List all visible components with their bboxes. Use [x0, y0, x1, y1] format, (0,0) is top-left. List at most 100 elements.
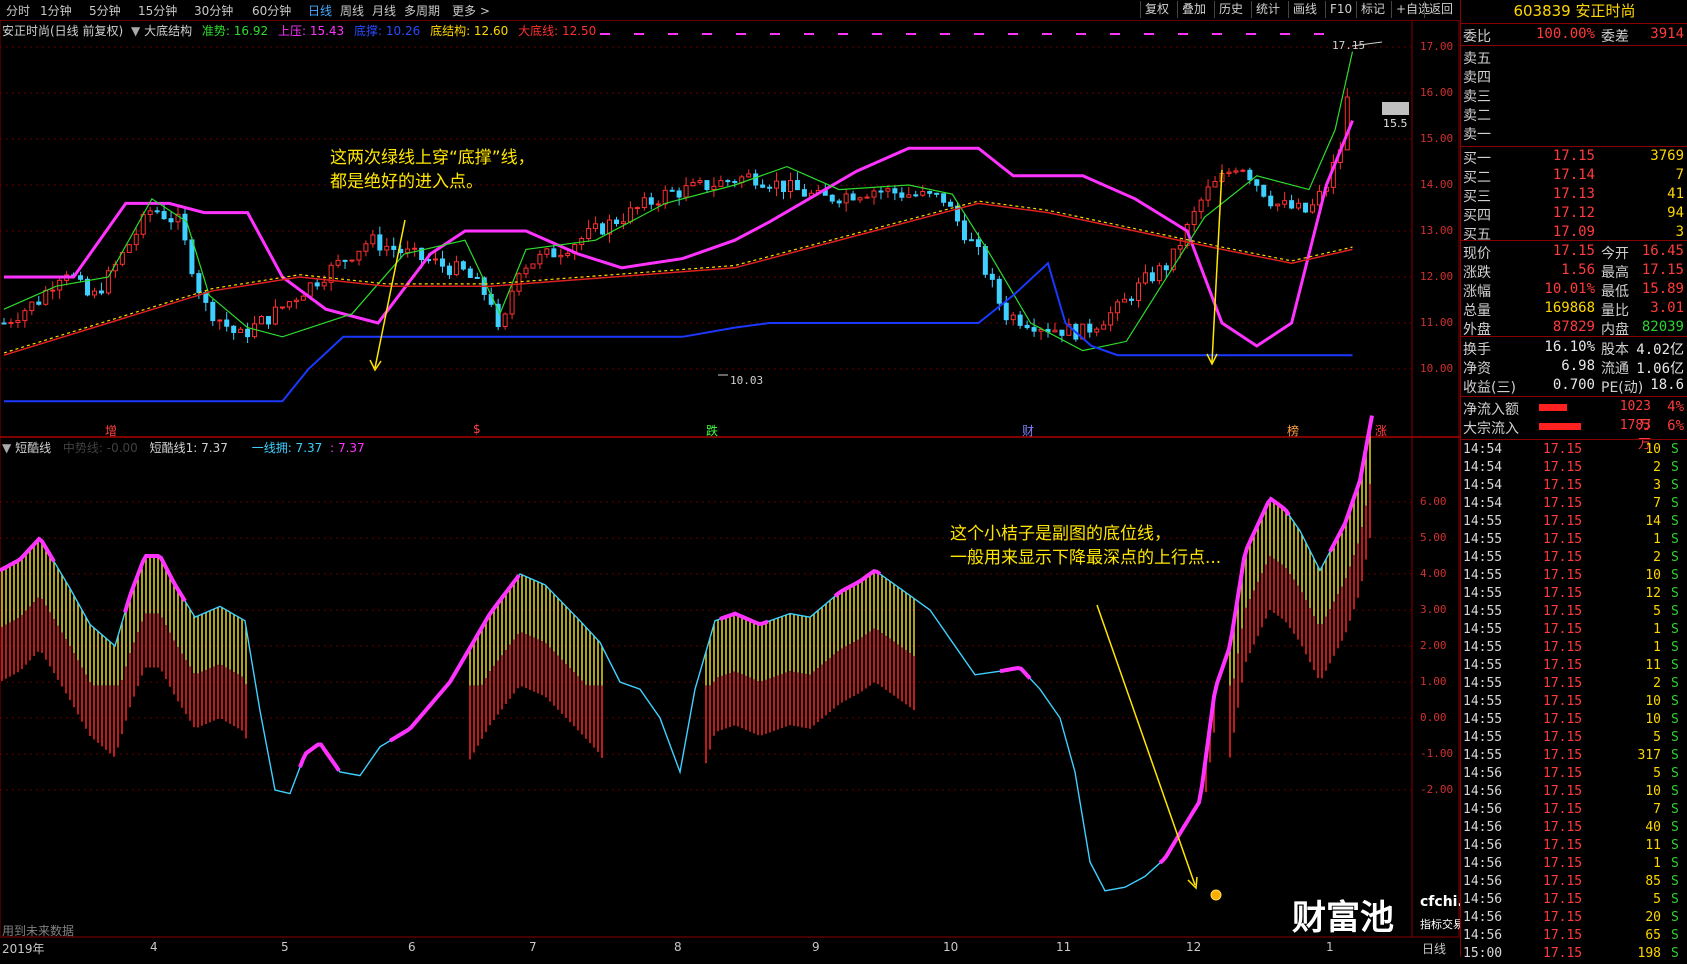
- tick-price: 17.15: [1543, 910, 1583, 925]
- legend-duankuxian1: 短酷线1: 7.37: [149, 441, 228, 455]
- weibi-value: 100.00%: [1535, 26, 1595, 42]
- period-daily[interactable]: 日线: [308, 2, 332, 19]
- signal-dots: [804, 33, 814, 35]
- stat-label: 今开: [1601, 246, 1629, 262]
- candle-body: [1024, 324, 1030, 329]
- candle-body: [648, 197, 654, 205]
- period-1min[interactable]: 1分钟: [40, 2, 72, 19]
- x-label-period[interactable]: 日线: [1422, 940, 1446, 957]
- candle-body: [50, 289, 56, 292]
- sub-chart-title[interactable]: 短酷线: [15, 441, 51, 455]
- candle-body: [453, 261, 459, 276]
- ask-row[interactable]: 卖五: [1461, 48, 1687, 67]
- candle-body: [1268, 195, 1274, 207]
- high-price-label: 17.15: [1332, 39, 1366, 52]
- stat-value: 16.45: [1641, 243, 1684, 259]
- tick-volume: 10: [1645, 694, 1661, 709]
- marker-bang[interactable]: 榜: [1285, 422, 1301, 439]
- overlay-button[interactable]: 叠加: [1177, 1, 1210, 18]
- tick-volume: 198: [1637, 946, 1661, 961]
- tick-price: 17.15: [1543, 532, 1583, 547]
- y-tick-main: 14.00: [1420, 178, 1454, 191]
- candle-body: [1129, 298, 1135, 301]
- period-fenshi[interactable]: 分时: [6, 2, 30, 19]
- draw-button[interactable]: 画线: [1288, 1, 1321, 18]
- ask-row[interactable]: 卖一: [1461, 124, 1687, 143]
- bottom-annotation: 这个小桔子是副图的底位线， 一般用来显示下降最深点的上行点...: [950, 522, 1221, 570]
- ask-row[interactable]: 卖四: [1461, 67, 1687, 86]
- osc-magenta-segment: [388, 574, 521, 743]
- marker-die[interactable]: 跌: [704, 422, 720, 439]
- mark-button[interactable]: 标记: [1356, 1, 1389, 18]
- stats-row: 涨幅 10.01% 最低 15.89: [1461, 281, 1687, 300]
- candle-body: [210, 301, 216, 322]
- signal-dots: [600, 33, 610, 35]
- tick-volume: 85: [1645, 874, 1661, 889]
- candle-body: [1282, 200, 1288, 205]
- stats-button[interactable]: 统计: [1251, 1, 1284, 18]
- period-60min[interactable]: 60分钟: [252, 2, 291, 19]
- period-monthly[interactable]: 月线: [372, 2, 396, 19]
- y-tick-sub: 1.00: [1420, 675, 1447, 688]
- candle-body: [314, 282, 320, 287]
- stat-label: 股本: [1601, 342, 1629, 358]
- f10-button[interactable]: F10: [1325, 1, 1356, 18]
- legend-yixianyong: 一线拥: 7.37: [251, 441, 323, 455]
- candle-body: [1177, 244, 1183, 250]
- x-label-2019: 2019年: [2, 942, 45, 956]
- candle-body: [982, 245, 988, 275]
- marker-zeng[interactable]: 增: [103, 422, 119, 439]
- candle-body: [899, 192, 905, 198]
- bid-row[interactable]: 买一 17.15 3769: [1461, 148, 1687, 167]
- period-more[interactable]: 更多 >: [452, 2, 490, 19]
- tick-side: S: [1671, 478, 1679, 493]
- candle-body: [293, 299, 299, 303]
- tick-row: 14:55 17.15 5 S: [1461, 730, 1687, 748]
- tick-side: S: [1671, 712, 1679, 727]
- candle-body: [565, 252, 571, 256]
- candle-body: [1142, 272, 1148, 284]
- back-button[interactable]: 返回: [1424, 1, 1457, 18]
- candle-body: [1, 322, 7, 325]
- history-button[interactable]: 历史: [1214, 1, 1247, 18]
- candle-body: [676, 190, 682, 198]
- tick-row: 14:56 17.15 5 S: [1461, 766, 1687, 784]
- tick-time: 14:55: [1463, 586, 1503, 601]
- tick-row: 14:55 17.15 2 S: [1461, 550, 1687, 568]
- stat-value: 17.15: [1552, 243, 1595, 259]
- candle-body: [1094, 328, 1100, 333]
- period-multi[interactable]: 多周期: [404, 2, 440, 19]
- candle-body: [530, 263, 536, 269]
- ask-row[interactable]: 卖二: [1461, 105, 1687, 124]
- period-5min[interactable]: 5分钟: [89, 2, 121, 19]
- tick-price: 17.15: [1543, 514, 1583, 529]
- tick-price: 17.15: [1543, 946, 1583, 961]
- tick-price: 17.15: [1543, 676, 1583, 691]
- bid-row[interactable]: 买三 17.13 41: [1461, 186, 1687, 205]
- tick-time: 14:56: [1463, 856, 1503, 871]
- ask-label: 卖四: [1463, 70, 1491, 86]
- period-15min[interactable]: 15分钟: [138, 2, 177, 19]
- tick-time: 14:55: [1463, 694, 1503, 709]
- chevron-down-icon[interactable]: ▼: [2, 441, 11, 455]
- ask-row[interactable]: 卖三: [1461, 86, 1687, 105]
- tick-volume: 317: [1637, 748, 1661, 763]
- period-weekly[interactable]: 周线: [340, 2, 364, 19]
- marker-cai[interactable]: 财: [1020, 422, 1036, 439]
- x-label-7: 7: [529, 940, 537, 954]
- marker-dollar[interactable]: $: [471, 422, 483, 436]
- stats-row: 总量 169868 量比 3.01: [1461, 300, 1687, 319]
- bid-volume: 7: [1675, 167, 1684, 183]
- period-toolbar: 分时 1分钟 5分钟 15分钟 30分钟 60分钟 日线 周线 月线 多周期 更…: [0, 0, 1460, 21]
- period-30min[interactable]: 30分钟: [194, 2, 233, 19]
- marker-zhang[interactable]: 涨: [1373, 422, 1389, 439]
- chart-canvas[interactable]: [0, 20, 1460, 957]
- bid-row[interactable]: 买二 17.14 7: [1461, 167, 1687, 186]
- candle-body: [1108, 312, 1114, 326]
- candle-body: [801, 189, 807, 197]
- stat-label: 最高: [1601, 265, 1629, 281]
- candle-body: [1135, 282, 1141, 301]
- fuquan-button[interactable]: 复权: [1140, 1, 1173, 18]
- tick-price: 17.15: [1543, 496, 1583, 511]
- bid-row[interactable]: 买四 17.12 94: [1461, 205, 1687, 224]
